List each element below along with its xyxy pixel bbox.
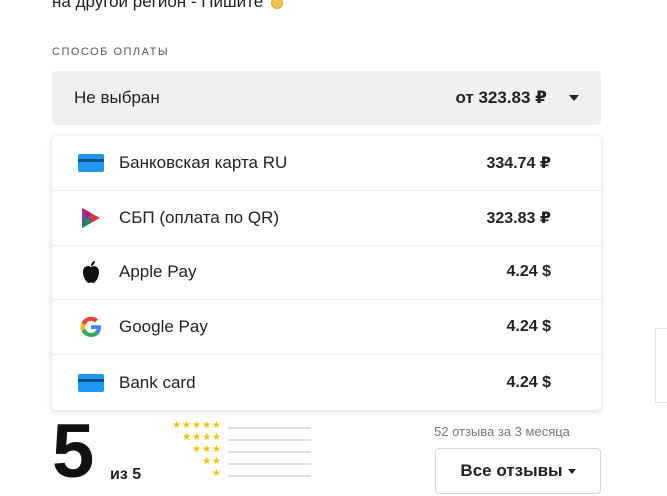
sbp-icon xyxy=(78,205,104,231)
payment-option-bank-card-ru[interactable]: Банковская карта RU 334.74 ₽ xyxy=(52,136,601,191)
star-icon: ★★★★★ xyxy=(172,420,222,431)
payment-option-name: Bank card xyxy=(119,372,196,392)
rating-row-3: ★★★ xyxy=(160,444,320,457)
credit-card-icon xyxy=(78,370,104,396)
payment-option-google-pay[interactable]: Google Pay 4.24 $ xyxy=(52,300,601,356)
star-icon: ★ xyxy=(212,468,222,479)
payment-option-name: Google Pay xyxy=(119,317,208,337)
rating-score: 5 xyxy=(52,409,95,494)
rating-bar xyxy=(228,451,311,453)
region-note-text: на другой регион - Пишите xyxy=(52,0,264,11)
payment-option-name: Apple Pay xyxy=(119,262,197,282)
payment-option-price: 334.74 ₽ xyxy=(486,154,551,172)
payment-option-price: 4.24 $ xyxy=(506,263,551,281)
star-icon: ★★★★ xyxy=(182,432,222,443)
star-icon: ★★ xyxy=(202,456,222,467)
rating-row-1: ★ xyxy=(160,468,320,481)
payment-option-price: 4.24 $ xyxy=(506,373,551,391)
google-icon xyxy=(78,314,104,340)
chevron-down-icon xyxy=(569,95,579,101)
payment-option-sbp[interactable]: СБП (оплата по QR) 323.83 ₽ xyxy=(52,191,601,246)
payment-option-bank-card[interactable]: Bank card 4.24 $ xyxy=(52,355,601,410)
payment-option-price: 4.24 $ xyxy=(506,318,551,336)
side-panel-edge xyxy=(655,328,667,403)
apple-icon xyxy=(78,259,104,285)
credit-card-icon xyxy=(78,150,104,176)
payment-option-name: Банковская карта RU xyxy=(119,152,288,172)
rating-bar xyxy=(228,463,311,465)
rating-distribution: ★★★★★ ★★★★ ★★★ ★★ ★ xyxy=(160,420,320,481)
all-reviews-label: Все отзывы xyxy=(460,461,563,480)
payment-method-select[interactable]: Не выбран от 323.83 ₽ xyxy=(52,71,601,125)
region-note: на другой регион - Пишите xyxy=(52,0,283,12)
rating-bar xyxy=(228,475,311,477)
payment-option-price: 323.83 ₽ xyxy=(486,209,551,227)
rating-row-2: ★★ xyxy=(160,456,320,469)
coin-icon xyxy=(270,0,283,9)
payment-section-label: СПОСОБ ОПЛАТЫ xyxy=(52,46,170,58)
rating-out-of: из 5 xyxy=(110,466,142,483)
star-icon: ★★★ xyxy=(192,444,222,455)
rating-row-4: ★★★★ xyxy=(160,432,320,445)
selected-payment-method: Не выбран xyxy=(74,88,160,107)
payment-option-name: СБП (оплата по QR) xyxy=(119,207,280,227)
payment-options-dropdown: Банковская карта RU 334.74 ₽ СБП (оплата… xyxy=(52,136,601,410)
rating-bar xyxy=(228,439,311,441)
reviews-count: 52 отзыва за 3 месяца xyxy=(434,424,570,439)
rating-bar xyxy=(228,427,311,429)
all-reviews-button[interactable]: Все отзывы xyxy=(435,448,601,494)
selected-price: от 323.83 ₽ xyxy=(455,88,547,107)
chevron-down-icon xyxy=(567,468,576,474)
payment-option-apple-pay[interactable]: Apple Pay 4.24 $ xyxy=(52,246,601,301)
